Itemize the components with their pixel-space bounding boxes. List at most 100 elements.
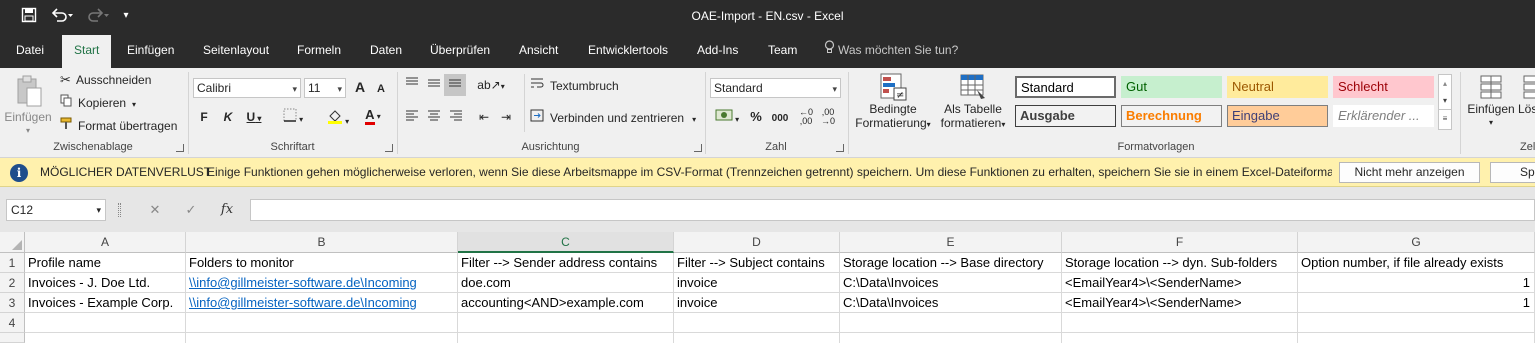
cell-a4[interactable] — [25, 313, 186, 333]
cell-e1[interactable]: Storage location --> Base directory — [840, 253, 1062, 273]
format-painter-button[interactable]: Format übertragen — [60, 117, 177, 135]
cell-a5[interactable] — [25, 333, 186, 343]
cell-f2[interactable]: <EmailYear4>\<SenderName> — [1062, 273, 1298, 293]
font-size-select[interactable]: 11 ▾ — [304, 78, 346, 98]
underline-button[interactable]: U ▾ — [242, 108, 266, 128]
name-box[interactable]: C12 ▾ — [6, 199, 106, 221]
conditional-formatting-button[interactable]: ≠ Bedingte Formatierung▾ — [852, 70, 934, 140]
currency-button[interactable]: ▾ — [710, 108, 744, 129]
borders-button[interactable]: ▾ — [280, 108, 306, 129]
tab-ansicht[interactable]: Ansicht — [517, 32, 560, 68]
bold-button[interactable]: F — [196, 108, 212, 126]
grow-font-button[interactable]: A — [350, 78, 370, 96]
dont-show-again-button[interactable]: Nicht mehr anzeigen — [1339, 162, 1480, 183]
tab-einfuegen[interactable]: Einfügen — [125, 32, 176, 68]
orientation-button[interactable]: ab↗▾ — [476, 76, 506, 96]
cell-b4[interactable] — [186, 313, 458, 333]
cell-a3[interactable]: Invoices - Example Corp. — [25, 293, 186, 313]
font-launcher-icon[interactable] — [385, 144, 393, 152]
column-header-d[interactable]: D — [674, 232, 840, 253]
tab-start[interactable]: Start — [62, 35, 112, 68]
number-launcher-icon[interactable] — [836, 144, 844, 152]
column-header-a[interactable]: A — [25, 232, 186, 253]
tab-addins[interactable]: Add-Ins — [695, 32, 740, 68]
column-header-c[interactable]: C — [458, 232, 674, 253]
align-center-button[interactable] — [424, 108, 444, 126]
cell-f5[interactable] — [1062, 333, 1298, 343]
cell-e5[interactable] — [840, 333, 1062, 343]
row-header-2[interactable]: 2 — [0, 273, 25, 293]
copy-button[interactable]: Kopieren ▾ — [60, 94, 136, 114]
cell-b3[interactable]: \\info@gillmeister-software.de\Incoming — [186, 293, 458, 313]
tab-team[interactable]: Team — [766, 32, 799, 68]
style-standard[interactable]: Standard — [1015, 76, 1116, 98]
number-format-select[interactable]: Standard ▾ — [710, 78, 841, 98]
row-header-5[interactable] — [0, 333, 25, 343]
cell-e4[interactable] — [840, 313, 1062, 333]
align-top-button[interactable] — [402, 76, 422, 94]
column-header-e[interactable]: E — [840, 232, 1062, 253]
cell-e2[interactable]: C:\Data\Invoices — [840, 273, 1062, 293]
cell-d5[interactable] — [674, 333, 840, 343]
align-middle-button[interactable] — [424, 76, 444, 94]
style-erklaerender[interactable]: Erklärender ... — [1333, 105, 1434, 127]
delete-cells-button[interactable]: Lös — [1518, 70, 1535, 140]
cell-f1[interactable]: Storage location --> dyn. Sub-folders — [1062, 253, 1298, 273]
cell-f4[interactable] — [1062, 313, 1298, 333]
row-header-3[interactable]: 3 — [0, 293, 25, 313]
cell-g4[interactable] — [1298, 313, 1535, 333]
tab-entwicklertools[interactable]: Entwicklertools — [586, 32, 670, 68]
format-as-table-button[interactable]: Als Tabelle formatieren▾ — [936, 70, 1010, 140]
thousands-button[interactable]: 000 — [768, 110, 792, 128]
font-name-select[interactable]: Calibri ▾ — [193, 78, 301, 98]
style-ausgabe[interactable]: Ausgabe — [1015, 105, 1116, 127]
cell-d4[interactable] — [674, 313, 840, 333]
tab-seitenlayout[interactable]: Seitenlayout — [201, 32, 271, 68]
cell-c4[interactable] — [458, 313, 674, 333]
tab-formeln[interactable]: Formeln — [295, 32, 343, 68]
cell-d3[interactable]: invoice — [674, 293, 840, 313]
gallery-more-icon[interactable]: ≡ — [1439, 109, 1451, 127]
percent-button[interactable]: % — [748, 108, 764, 126]
tab-ueberpruefen[interactable]: Überprüfen — [428, 32, 492, 68]
style-gut[interactable]: Gut — [1121, 76, 1222, 98]
cell-g5[interactable] — [1298, 333, 1535, 343]
clipboard-launcher-icon[interactable] — [176, 144, 184, 152]
style-schlecht[interactable]: Schlecht — [1333, 76, 1434, 98]
column-header-f[interactable]: F — [1062, 232, 1298, 253]
cell-e3[interactable]: C:\Data\Invoices — [840, 293, 1062, 313]
increase-indent-button[interactable]: ⇥ — [496, 108, 516, 126]
insert-cells-button[interactable]: Einfügen ▾ — [1464, 70, 1518, 140]
cell-b2[interactable]: \\info@gillmeister-software.de\Incoming — [186, 273, 458, 293]
chevron-up-icon[interactable]: ▴ — [1439, 75, 1451, 92]
tab-datei[interactable]: Datei — [14, 32, 46, 68]
cut-button[interactable]: ✂ Ausschneiden — [60, 71, 151, 89]
save-as-button[interactable]: Speic — [1490, 162, 1535, 183]
cell-a1[interactable]: Profile name — [25, 253, 186, 273]
italic-button[interactable]: K — [220, 108, 236, 126]
paste-button[interactable]: Einfügen ▾ — [4, 72, 52, 135]
shrink-font-button[interactable]: A — [372, 80, 390, 98]
formula-input[interactable] — [250, 199, 1535, 221]
align-right-button[interactable] — [446, 108, 466, 126]
cell-b5[interactable] — [186, 333, 458, 343]
fill-color-button[interactable]: ▾ — [323, 108, 353, 131]
cell-a2[interactable]: Invoices - J. Doe Ltd. — [25, 273, 186, 293]
insert-function-icon[interactable]: fx — [212, 199, 242, 221]
cell-b1[interactable]: Folders to monitor — [186, 253, 458, 273]
cell-g1[interactable]: Option number, if file already exists — [1298, 253, 1535, 273]
decrease-indent-button[interactable]: ⇤ — [474, 108, 494, 126]
merge-center-button[interactable]: Verbinden und zentrieren ▾ — [530, 109, 696, 129]
tell-me-search[interactable]: Was möchten Sie tun? — [824, 32, 958, 68]
cell-d2[interactable]: invoice — [674, 273, 840, 293]
cell-c2[interactable]: doe.com — [458, 273, 674, 293]
cell-f3[interactable]: <EmailYear4>\<SenderName> — [1062, 293, 1298, 313]
style-eingabe[interactable]: Eingabe — [1227, 105, 1328, 127]
cell-g3[interactable]: 1 — [1298, 293, 1535, 313]
formula-splitter[interactable] — [118, 203, 121, 217]
tab-daten[interactable]: Daten — [368, 32, 404, 68]
chevron-down-icon[interactable]: ▾ — [1439, 92, 1451, 109]
row-header-4[interactable]: 4 — [0, 313, 25, 333]
wrap-text-button[interactable]: Textumbruch — [530, 77, 619, 95]
style-neutral[interactable]: Neutral — [1227, 76, 1328, 98]
